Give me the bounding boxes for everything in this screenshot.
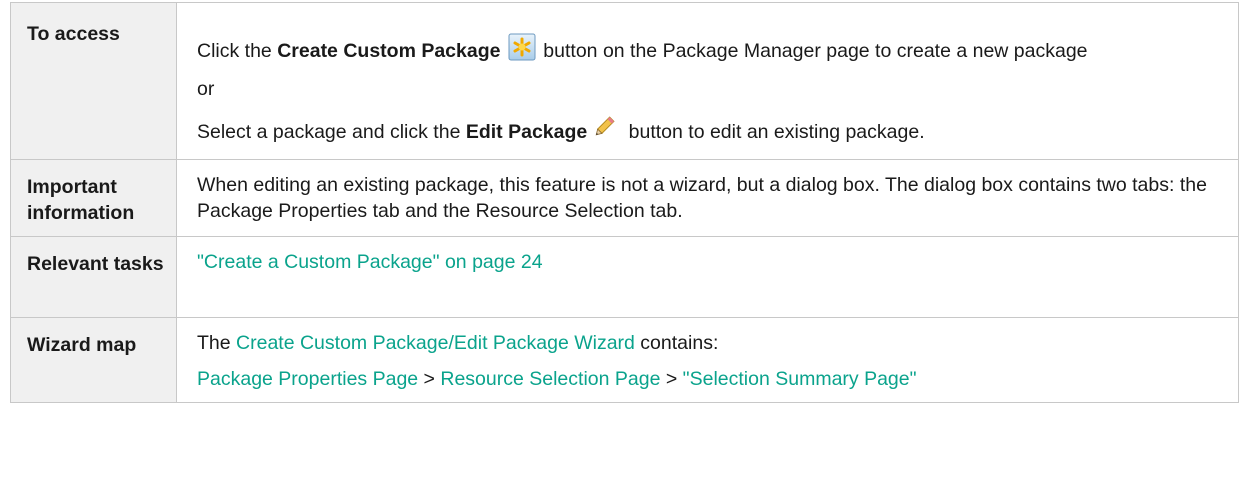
access-line-edit: Select a package and click the Edit Pack… <box>197 114 1224 145</box>
separator: > <box>660 368 683 390</box>
row-heading: Relevant tasks <box>10 236 177 318</box>
text: button on the Package Manager page to cr… <box>537 40 1088 62</box>
text: contains: <box>634 332 719 354</box>
wizard-line-2: Package Properties Page > Resource Selec… <box>197 366 1224 392</box>
row-heading: To access <box>10 2 177 160</box>
row-important-information: Important information When editing an ex… <box>10 159 1239 237</box>
resource-selection-page-link[interactable]: Resource Selection Page <box>440 368 660 390</box>
access-line-create: Click the Create Custom Package button o… <box>197 33 1224 64</box>
selection-summary-page-link[interactable]: "Selection Summary Page" <box>683 368 917 390</box>
text: Click the <box>197 40 278 62</box>
or-text: or <box>197 78 215 100</box>
wizard-line-1: The Create Custom Package/Edit Package W… <box>197 330 1224 356</box>
text: Select a package and click the <box>197 121 466 143</box>
row-heading: Important information <box>10 159 177 237</box>
text: button to edit an existing package. <box>623 121 925 143</box>
package-properties-page-link[interactable]: Package Properties Page <box>197 368 418 390</box>
row-content: "Create a Custom Package" on page 24 <box>176 236 1239 318</box>
text: The <box>197 332 237 354</box>
pencil-icon <box>591 114 617 140</box>
create-custom-package-label: Create Custom Package <box>277 40 501 62</box>
row-heading: Wizard map <box>10 317 177 403</box>
row-content: Click the Create Custom Package button o… <box>176 2 1239 160</box>
info-table: To access Click the Create Custom Packag… <box>10 2 1239 403</box>
row-to-access: To access Click the Create Custom Packag… <box>10 2 1239 160</box>
row-content: When editing an existing package, this f… <box>176 159 1239 237</box>
row-relevant-tasks: Relevant tasks "Create a Custom Package"… <box>10 236 1239 318</box>
edit-package-label: Edit Package <box>465 121 588 143</box>
create-package-icon <box>508 33 536 61</box>
wizard-link[interactable]: Create Custom Package/Edit Package Wizar… <box>236 332 635 354</box>
row-content: The Create Custom Package/Edit Package W… <box>176 317 1239 403</box>
separator: > <box>418 368 441 390</box>
create-custom-package-link[interactable]: "Create a Custom Package" on page 24 <box>197 251 543 273</box>
row-wizard-map: Wizard map The Create Custom Package/Edi… <box>10 317 1239 403</box>
